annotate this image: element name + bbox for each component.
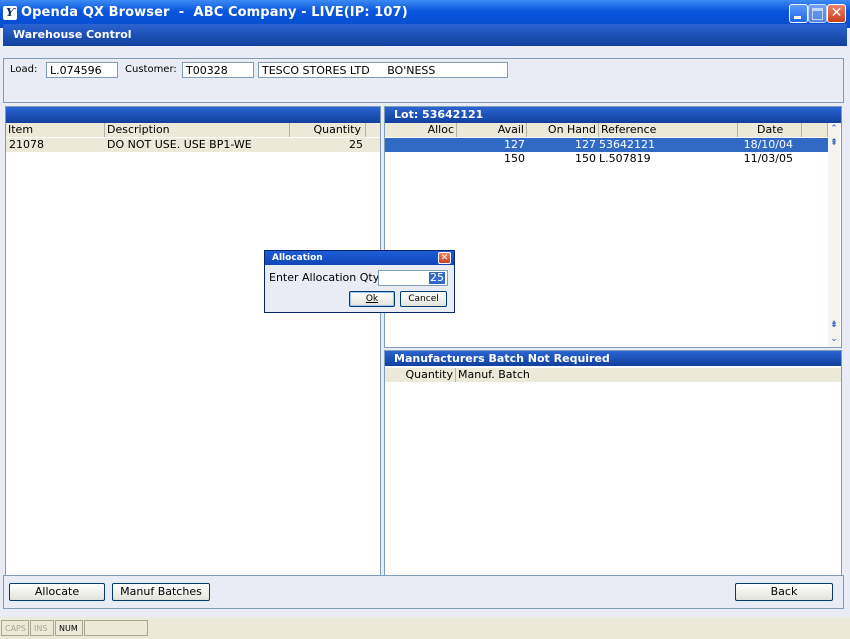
load-field[interactable]: L.074596 [46, 62, 118, 78]
caps-indicator: CAPS [1, 620, 29, 636]
lot-panel-header: Lot: 53642121 [385, 107, 841, 123]
cell-on-hand: 150 [575, 152, 596, 165]
allocation-qty-input[interactable]: 25 [378, 270, 448, 286]
ok-button-label: Ok [365, 294, 379, 304]
cell-date: 18/10/04 [743, 138, 793, 151]
column-header-avail[interactable]: Avail [457, 123, 527, 137]
status-bar: CAPS INS NUM [0, 617, 850, 639]
scroll-up-icon[interactable]: ⌃ [828, 123, 840, 135]
cell-alloc [385, 138, 455, 152]
lot-scrollbar[interactable]: ⌃ ⇞ ⇟ ⌄ [828, 123, 840, 347]
status-message [84, 620, 148, 636]
column-header-filler [366, 123, 380, 137]
column-header-on-hand[interactable]: On Hand [527, 123, 599, 137]
allocation-dialog: Allocation ✕ Enter Allocation Qty: 25 Ok… [264, 250, 455, 313]
cell-alloc [385, 152, 455, 166]
cancel-button[interactable]: Cancel [400, 291, 447, 307]
close-icon: ✕ [830, 5, 843, 21]
back-button-label: Back [770, 585, 798, 598]
minimize-button[interactable] [789, 4, 808, 23]
page-up-icon[interactable]: ⇞ [828, 137, 840, 149]
column-header-date[interactable]: Date [738, 123, 802, 137]
items-panel-header [6, 107, 380, 123]
ok-button[interactable]: Ok [349, 291, 395, 307]
scroll-down-icon[interactable]: ⌄ [828, 333, 840, 345]
page-down-icon[interactable]: ⇟ [828, 319, 840, 331]
cell-avail: 150 [504, 152, 525, 165]
load-label: Load: [10, 64, 38, 75]
ins-indicator: INS [30, 620, 54, 636]
window-title: Openda QX Browser - ABC Company - LIVE(I… [21, 5, 408, 20]
app-area: Warehouse Control Load: L.074596 Custome… [0, 24, 850, 639]
table-row[interactable]: 127 127 53642121 18/10/04 [385, 138, 828, 152]
cell-avail: 127 [504, 138, 525, 151]
column-header-item[interactable]: Item [6, 123, 105, 137]
page-title: Warehouse Control [3, 24, 847, 46]
items-panel: Item Description Quantity 21078 DO NOT U… [5, 106, 381, 578]
column-header-alloc[interactable]: Alloc [385, 123, 457, 137]
allocation-qty-value: 25 [429, 271, 445, 284]
customer-name-field[interactable]: TESCO STORES LTD BO'NESS [258, 62, 508, 78]
column-header-reference[interactable]: Reference [599, 123, 738, 137]
batch-panel: Manufacturers Batch Not Required Quantit… [384, 350, 842, 578]
dialog-title[interactable]: Allocation [265, 251, 454, 265]
dialog-close-icon[interactable]: ✕ [438, 252, 451, 264]
manuf-batches-button[interactable]: Manuf Batches [112, 583, 210, 601]
cell-reference: 53642121 [599, 138, 655, 151]
allocation-qty-label: Enter Allocation Qty: [269, 271, 383, 284]
cell-on-hand: 127 [575, 138, 596, 151]
cell-date: 11/03/05 [743, 152, 793, 165]
column-header-quantity[interactable]: Quantity [385, 368, 456, 382]
allocate-button[interactable]: Allocate [9, 583, 105, 601]
cell-reference: L.507819 [599, 152, 651, 165]
maximize-button [808, 4, 827, 23]
action-bar: Allocate Manuf Batches Back [3, 575, 844, 609]
cell-description: DO NOT USE. USE BP1-WE [107, 138, 252, 151]
table-row[interactable]: 150 150 L.507819 11/03/05 [385, 152, 828, 166]
cell-item: 21078 [9, 138, 44, 151]
batch-panel-header: Manufacturers Batch Not Required [385, 351, 841, 366]
column-header-manuf-batch[interactable]: Manuf. Batch [456, 368, 841, 382]
num-indicator: NUM [55, 620, 83, 636]
back-button[interactable]: Back [735, 583, 833, 601]
app-icon: Ƴ [3, 6, 17, 20]
close-window-button[interactable]: ✕ [827, 4, 846, 23]
customer-label: Customer: [125, 64, 177, 75]
column-header-filler [802, 123, 828, 137]
cancel-button-label: Cancel [408, 294, 439, 304]
column-header-quantity[interactable]: Quantity [290, 123, 366, 137]
manuf-batches-button-label: Manuf Batches [120, 585, 202, 598]
cell-quantity: 25 [349, 138, 363, 151]
customer-code-field[interactable]: T00328 [182, 62, 254, 78]
column-header-description[interactable]: Description [105, 123, 290, 137]
allocate-button-label: Allocate [34, 585, 80, 598]
load-info-panel: Load: L.074596 Customer: T00328 TESCO ST… [3, 58, 844, 103]
table-row[interactable]: 21078 DO NOT USE. USE BP1-WE 25 [6, 138, 380, 152]
